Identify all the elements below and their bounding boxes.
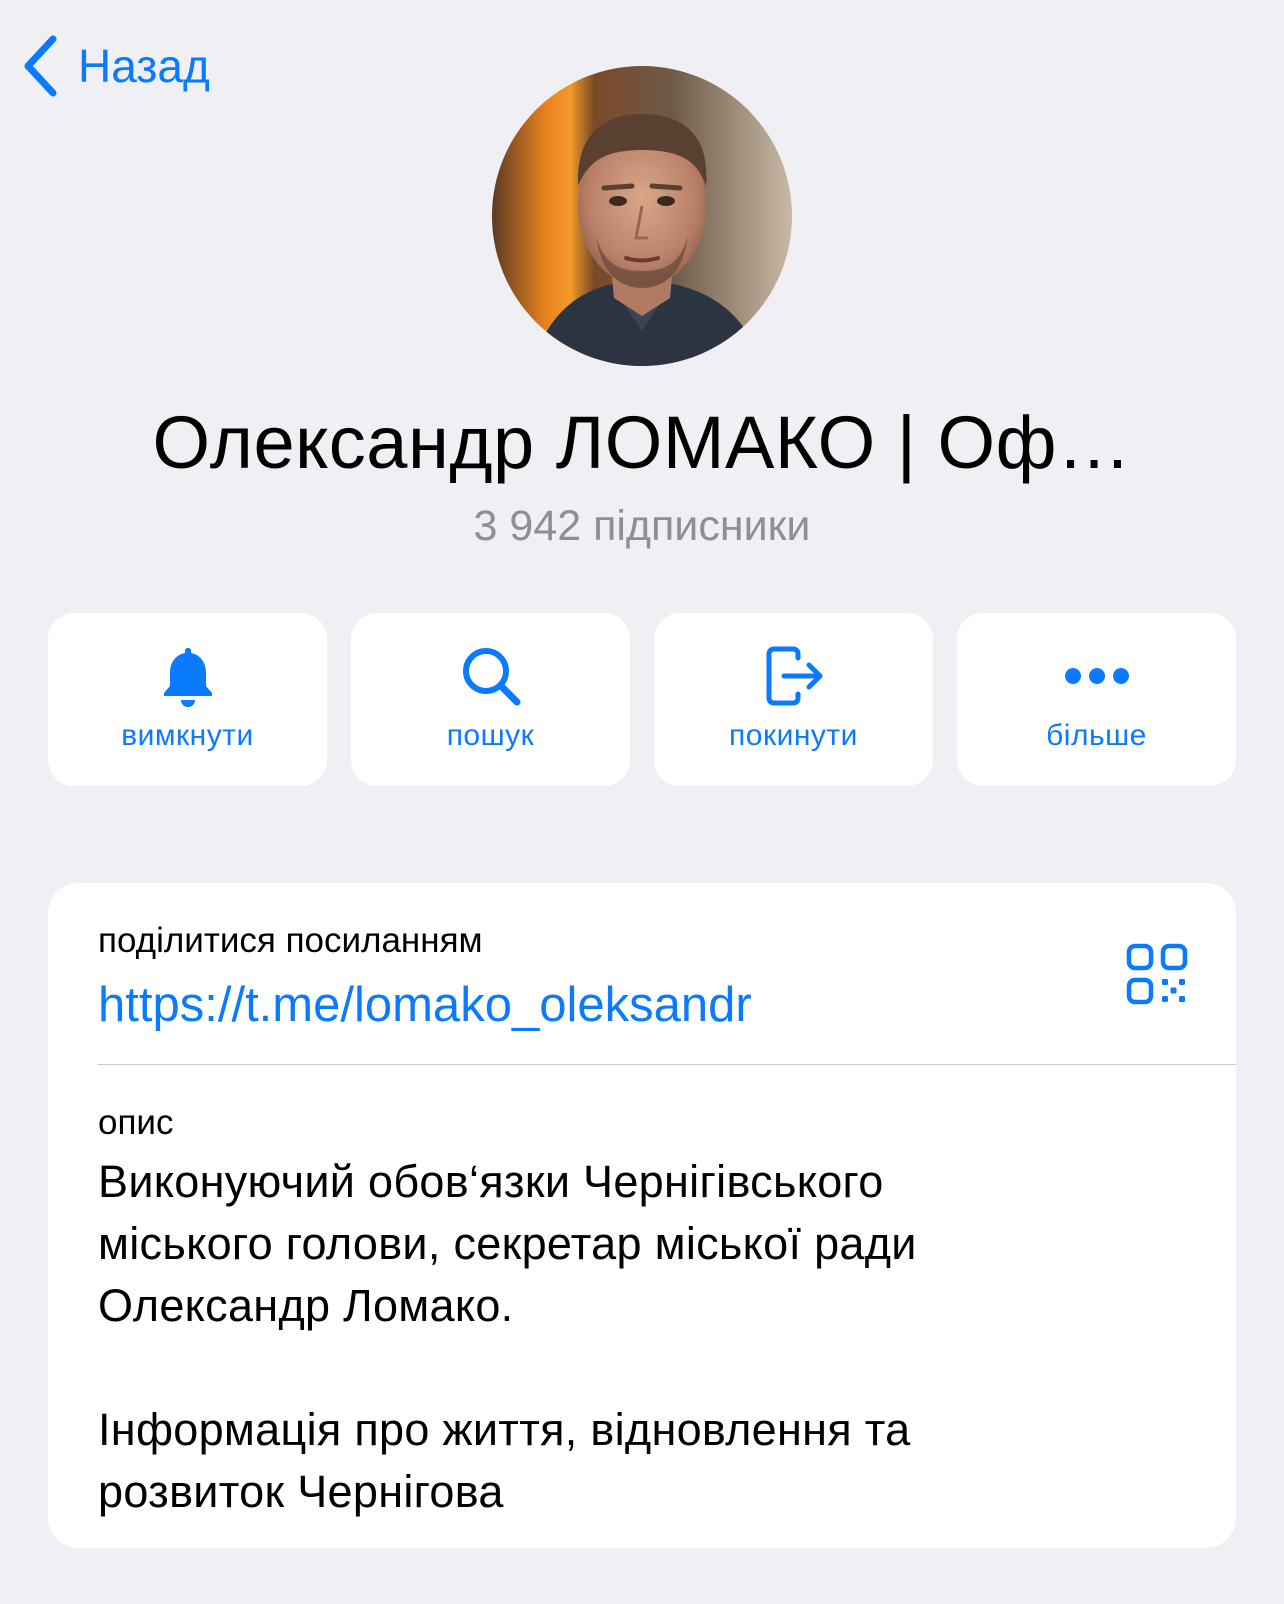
more-button[interactable]: більше: [957, 613, 1236, 786]
description-label: опис: [98, 1103, 174, 1142]
channel-title: Олександр ЛОМАКО | Оф…: [152, 401, 1132, 484]
description-line: Інформація про життя, відновлення та: [98, 1404, 911, 1455]
qr-code-button[interactable]: [1126, 943, 1188, 1010]
channel-avatar[interactable]: [492, 66, 792, 366]
description-line: розвиток Чернігова: [98, 1466, 504, 1517]
share-link[interactable]: https://t.me/lomako_oleksandr: [98, 975, 752, 1035]
chevron-left-icon: [24, 35, 57, 97]
back-label: Назад: [78, 40, 210, 92]
qr-code-icon: [1126, 943, 1188, 1005]
subscriber-count: 3 942 підписники: [473, 502, 811, 550]
leave-label: покинути: [729, 719, 858, 752]
leave-icon: [759, 641, 829, 711]
search-label: пошук: [446, 719, 535, 752]
more-label: більше: [1046, 719, 1147, 752]
leave-button[interactable]: покинути: [654, 613, 933, 786]
info-card: поділитися посиланням https://t.me/lomak…: [48, 883, 1236, 1548]
more-icon: [1062, 641, 1132, 711]
divider: [98, 1064, 1236, 1065]
action-bar: вимкнути пошук покинути більше: [48, 613, 1236, 786]
bell-icon: [153, 641, 223, 711]
description-line: міського голови, секретар міської ради: [98, 1218, 917, 1269]
back-button[interactable]: Назад: [22, 34, 210, 98]
search-icon: [456, 641, 526, 711]
avatar-photo: [492, 66, 792, 366]
mute-button[interactable]: вимкнути: [48, 613, 327, 786]
description-line: Олександр Ломако.: [98, 1280, 514, 1331]
mute-label: вимкнути: [121, 719, 254, 752]
description-text: Виконуючий обов‘язки Чернігівського місь…: [98, 1151, 1198, 1523]
description-line: Виконуючий обов‘язки Чернігівського: [98, 1156, 884, 1207]
search-button[interactable]: пошук: [351, 613, 630, 786]
share-link-label: поділитися посиланням: [98, 921, 483, 960]
